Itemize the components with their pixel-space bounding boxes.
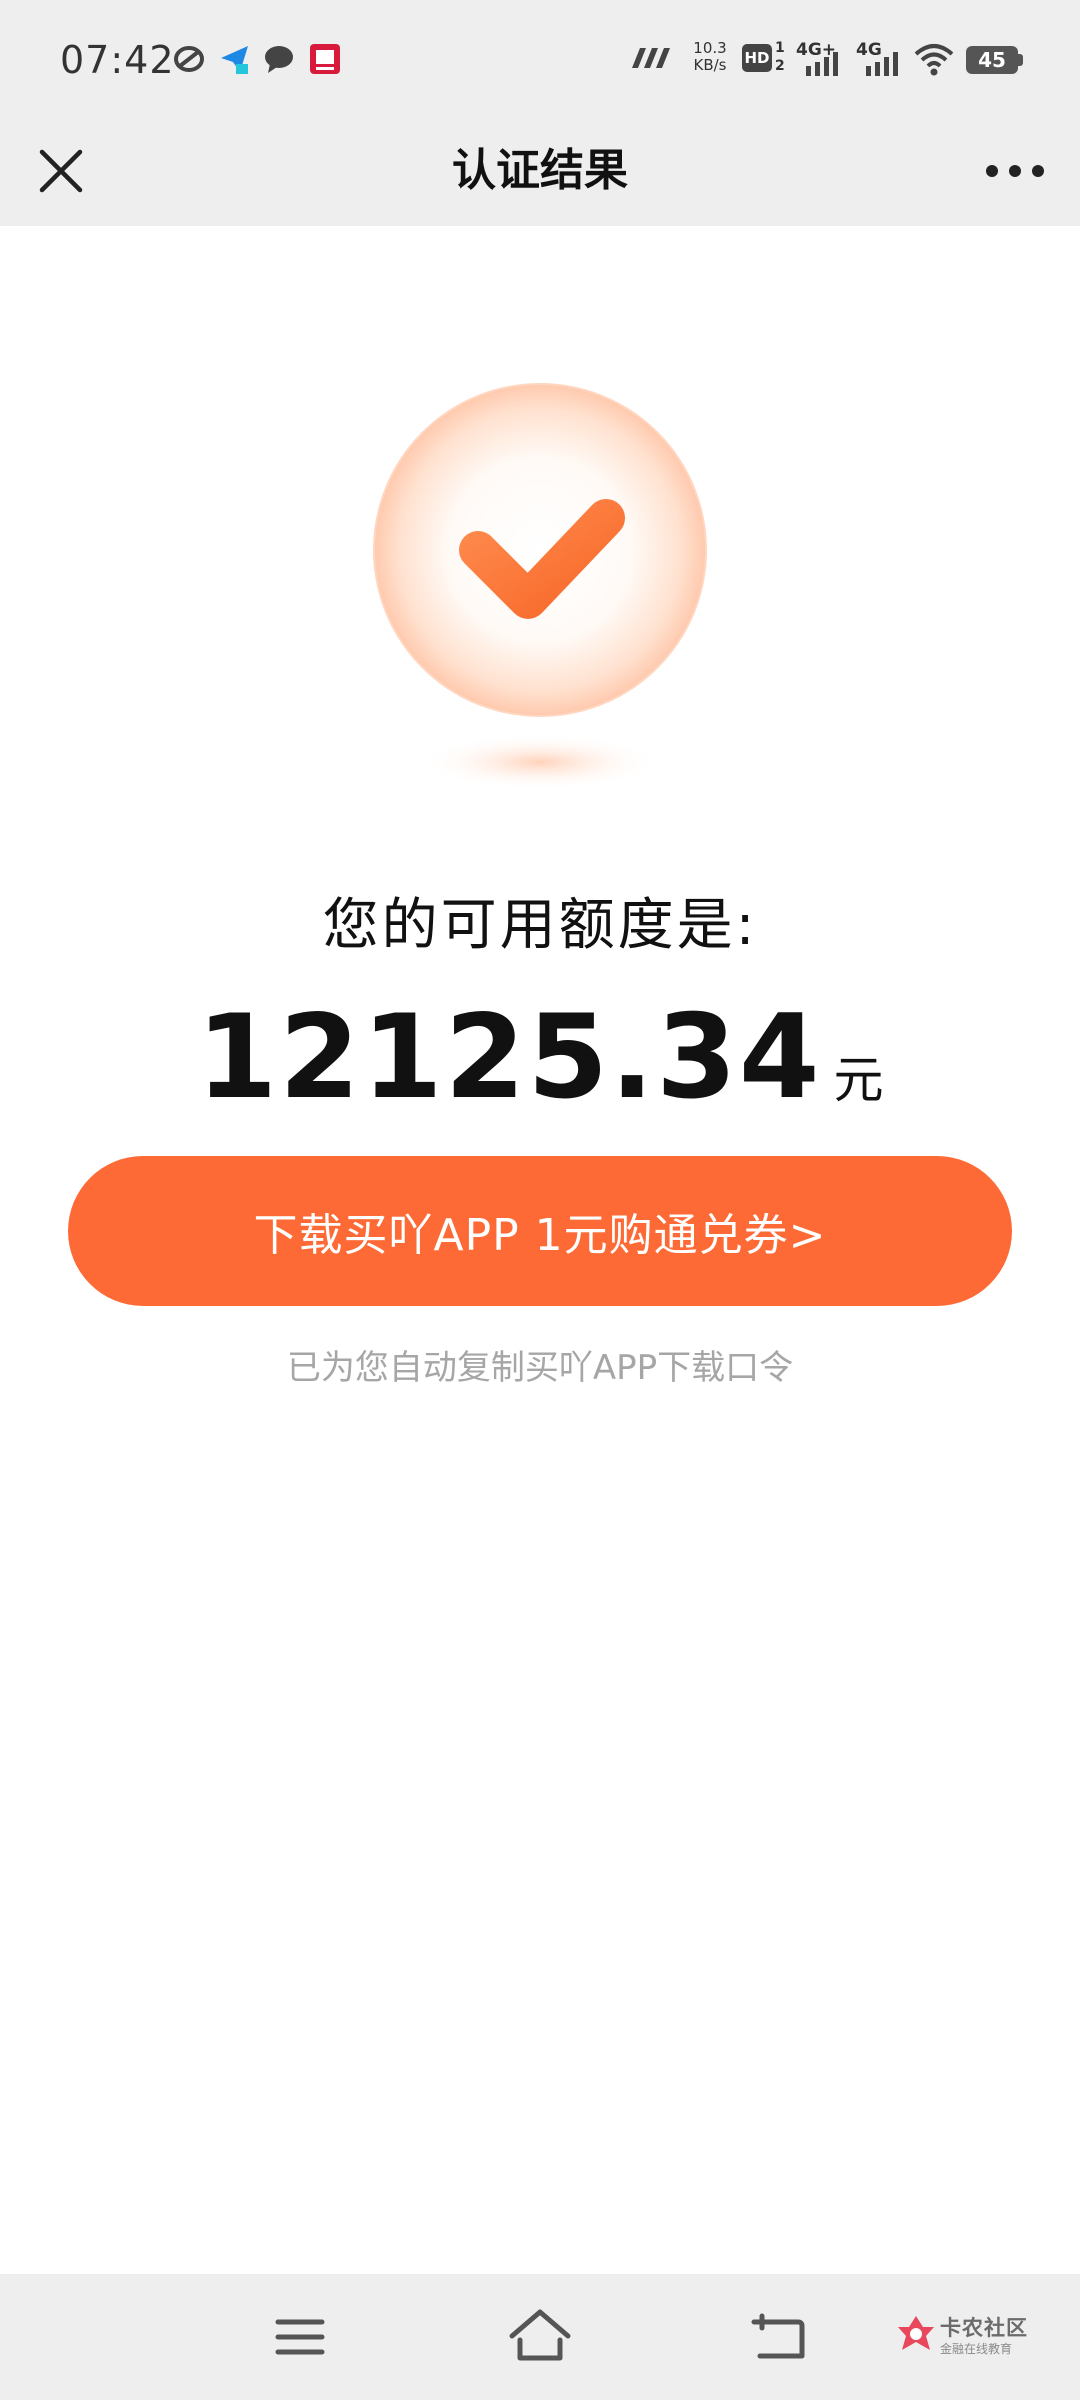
home-icon[interactable]	[500, 2302, 580, 2372]
menu-icon[interactable]	[260, 2302, 340, 2372]
download-app-button[interactable]: 下载买吖APP 1元购通兑券>	[68, 1156, 1012, 1306]
watermark-logo-icon	[898, 2316, 934, 2350]
back-icon[interactable]	[740, 2302, 820, 2372]
wifi-icon	[914, 44, 954, 76]
quota-label: 您的可用额度是:	[322, 893, 758, 958]
amount-unit: 元	[833, 1051, 884, 1109]
check-icon	[373, 383, 707, 790]
net-speed-value: 10.3	[693, 39, 727, 57]
hd-icon: HD	[742, 44, 772, 72]
watermark-subtext: 金融在线教育	[940, 2342, 1013, 2356]
page-title: 认证结果	[452, 145, 628, 196]
carrier-icon	[632, 48, 670, 68]
sim-slot-1: 1	[775, 40, 785, 56]
page: 07:42 10.3 KB/s HD 1 2 4G+ 4G 45 认证结果 您的…	[0, 0, 1080, 2400]
more-icon[interactable]	[980, 146, 1050, 196]
send-icon	[221, 46, 248, 74]
watermark-text: 卡农社区	[940, 2316, 1028, 2340]
watermark: 卡农社区 金融在线教育	[896, 2310, 1066, 2366]
battery-level: 45	[978, 48, 1006, 72]
signal-icon	[866, 52, 898, 76]
chat-icon	[265, 46, 293, 73]
app-icon	[310, 44, 340, 74]
net-speed-unit: KB/s	[693, 56, 727, 74]
hd-label: HD	[744, 49, 770, 67]
battery-tip	[1018, 54, 1023, 66]
net-speed: 10.3 KB/s	[690, 40, 730, 74]
sim-slot-2: 2	[775, 58, 785, 74]
status-bar: 07:42 10.3 KB/s HD 1 2 4G+ 4G 45	[0, 0, 1080, 116]
amount-value: 12125.34	[196, 990, 822, 1125]
battery-icon: 45	[966, 46, 1018, 74]
signal-icon	[806, 52, 838, 76]
app-header: 认证结果	[0, 116, 1080, 226]
quota-amount: 12125.34 元	[0, 990, 1080, 1125]
status-time: 07:42	[60, 38, 175, 82]
copy-hint: 已为您自动复制买吖APP下载口令	[286, 1348, 794, 1388]
nav-bar: 卡农社区 金融在线教育	[0, 2274, 1080, 2400]
sync-icon	[174, 46, 204, 72]
